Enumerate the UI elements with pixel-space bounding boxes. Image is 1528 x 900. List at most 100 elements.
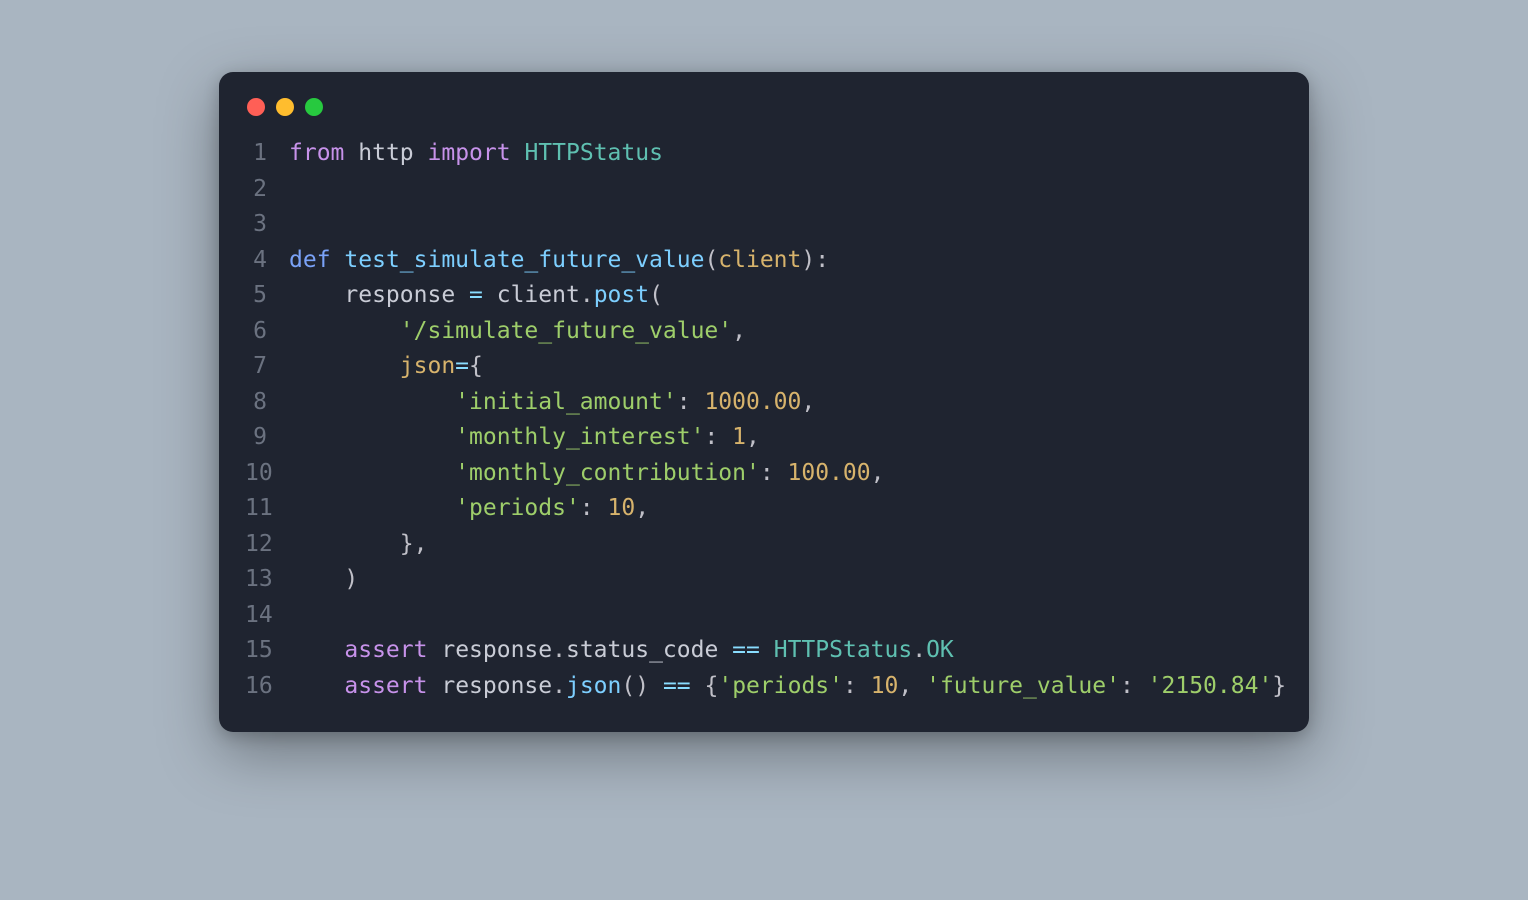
dict-key: 'monthly_interest' — [455, 424, 704, 450]
dict-key: 'periods' — [455, 495, 580, 521]
kwarg: json — [400, 353, 455, 379]
space — [427, 637, 441, 663]
line-num: 14 — [245, 598, 267, 634]
line-num: 13 — [245, 562, 267, 598]
keyword-assert: assert — [344, 637, 427, 663]
brace: }, — [400, 531, 428, 557]
maximize-icon[interactable] — [305, 98, 323, 116]
colon: : — [760, 460, 788, 486]
line-num: 2 — [245, 172, 267, 208]
code-editor[interactable]: 1 2 3 4 5 6 7 8 9 10 11 12 13 14 15 16 f… — [245, 136, 1283, 704]
comma: , — [871, 460, 885, 486]
string: '/simulate_future_value' — [400, 318, 732, 344]
line-num: 6 — [245, 314, 267, 350]
indent — [289, 531, 400, 557]
space — [760, 637, 774, 663]
code-line: 'periods': 10, — [289, 491, 1286, 527]
code-line — [289, 598, 1286, 634]
function-name: test_simulate_future_value — [344, 247, 704, 273]
code-line: def test_simulate_future_value(client): — [289, 243, 1286, 279]
code-line: 'monthly_interest': 1, — [289, 420, 1286, 456]
colon: : — [843, 673, 871, 699]
dict-key: 'future_value' — [926, 673, 1120, 699]
indent — [289, 424, 455, 450]
code-line: from http import HTTPStatus — [289, 136, 1286, 172]
indent — [289, 460, 455, 486]
dict-key: 'monthly_contribution' — [455, 460, 760, 486]
object: response — [441, 637, 552, 663]
code-line: json={ — [289, 349, 1286, 385]
dot: . — [552, 673, 566, 699]
code-line: '/simulate_future_value', — [289, 314, 1286, 350]
object: response — [441, 673, 552, 699]
minimize-icon[interactable] — [276, 98, 294, 116]
indent — [289, 353, 400, 379]
operator: == — [663, 673, 691, 699]
indent — [289, 318, 400, 344]
code-line: assert response.json() == {'periods': 10… — [289, 669, 1286, 705]
code-line: 'initial_amount': 1000.00, — [289, 385, 1286, 421]
dot: . — [552, 637, 566, 663]
keyword-import: import — [428, 140, 511, 166]
line-num: 9 — [245, 420, 267, 456]
colon: : — [677, 389, 705, 415]
paren: ) — [344, 566, 358, 592]
brace: } — [1272, 673, 1286, 699]
param: client — [718, 247, 801, 273]
comma: , — [732, 318, 746, 344]
method: json — [566, 673, 621, 699]
space — [718, 637, 732, 663]
code-line: response = client.post( — [289, 278, 1286, 314]
class-name: HTTPStatus — [524, 140, 662, 166]
indent — [289, 566, 344, 592]
space — [483, 282, 497, 308]
call: () — [621, 673, 649, 699]
paren: ( — [704, 247, 718, 273]
var: response — [289, 282, 469, 308]
space — [691, 673, 705, 699]
line-num: 5 — [245, 278, 267, 314]
code-content[interactable]: from http import HTTPStatus def test_sim… — [289, 136, 1286, 704]
brace: { — [469, 353, 483, 379]
indent — [289, 637, 344, 663]
indent — [289, 673, 344, 699]
operator: = — [469, 282, 483, 308]
traffic-lights — [245, 92, 1283, 136]
operator: == — [732, 637, 760, 663]
attribute: status_code — [566, 637, 718, 663]
object: client — [497, 282, 580, 308]
line-num: 15 — [245, 633, 267, 669]
dict-key: 'periods' — [718, 673, 843, 699]
line-num: 7 — [245, 349, 267, 385]
operator: = — [455, 353, 469, 379]
code-line: ) — [289, 562, 1286, 598]
dot: . — [580, 282, 594, 308]
comma: , — [898, 673, 926, 699]
line-num: 11 — [245, 491, 267, 527]
comma: , — [801, 389, 815, 415]
close-icon[interactable] — [247, 98, 265, 116]
number: 1000.00 — [704, 389, 801, 415]
paren: ( — [649, 282, 663, 308]
line-num: 10 — [245, 456, 267, 492]
constant: OK — [926, 637, 954, 663]
colon: : — [704, 424, 732, 450]
string: '2150.84' — [1148, 673, 1273, 699]
line-num: 3 — [245, 207, 267, 243]
line-num: 16 — [245, 669, 267, 705]
space — [649, 673, 663, 699]
number: 100.00 — [788, 460, 871, 486]
line-num: 1 — [245, 136, 267, 172]
brace: { — [705, 673, 719, 699]
indent — [289, 495, 455, 521]
keyword-assert: assert — [344, 673, 427, 699]
paren: ): — [801, 247, 829, 273]
colon: : — [1120, 673, 1148, 699]
code-line: }, — [289, 527, 1286, 563]
dot: . — [912, 637, 926, 663]
line-num: 8 — [245, 385, 267, 421]
code-line: assert response.status_code == HTTPStatu… — [289, 633, 1286, 669]
method: post — [594, 282, 649, 308]
number: 10 — [608, 495, 636, 521]
code-window: 1 2 3 4 5 6 7 8 9 10 11 12 13 14 15 16 f… — [219, 72, 1309, 732]
